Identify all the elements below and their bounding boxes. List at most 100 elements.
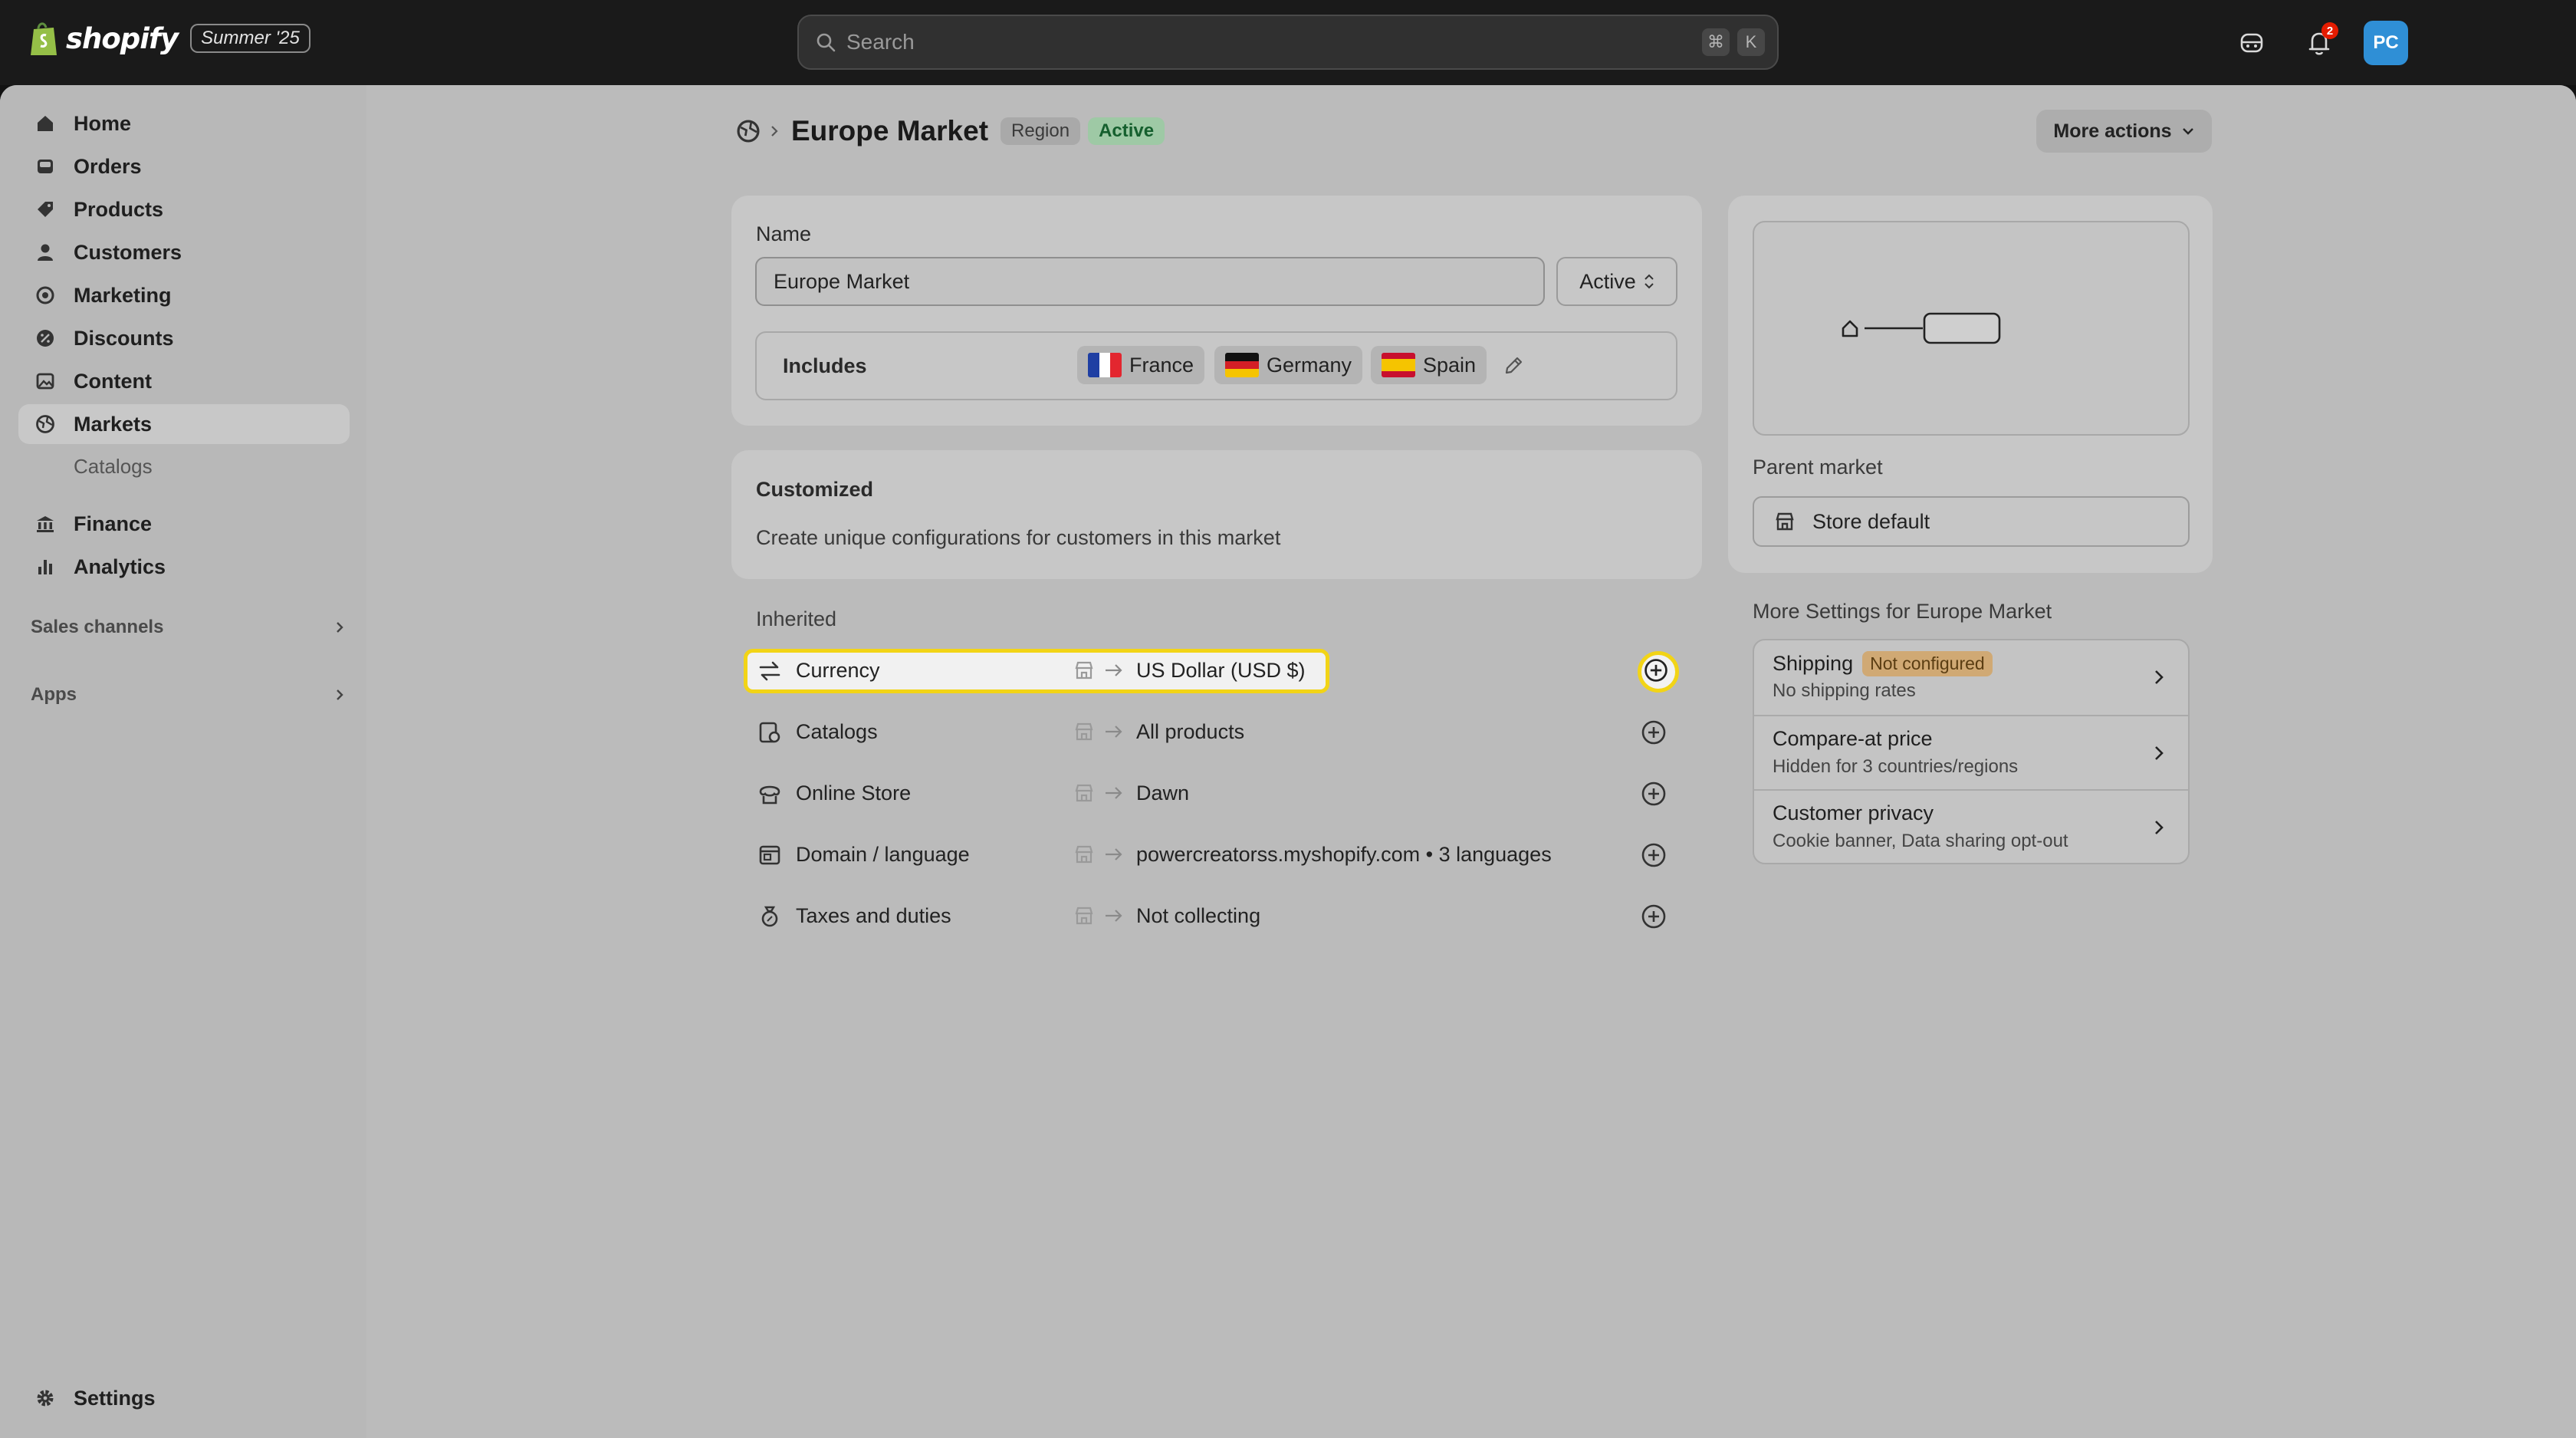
section-label: Apps bbox=[31, 684, 77, 705]
sidebar-item-label: Customers bbox=[74, 240, 182, 264]
germany-flag-icon bbox=[1225, 353, 1259, 377]
country-chip-france[interactable]: France bbox=[1077, 346, 1205, 384]
add-circle-icon[interactable] bbox=[1639, 718, 1668, 747]
setting-title: Shipping bbox=[1773, 652, 1854, 675]
breadcrumb: Europe Market Region Active bbox=[736, 115, 1165, 147]
apps-section[interactable]: Apps bbox=[31, 684, 347, 706]
globe-icon[interactable] bbox=[736, 119, 761, 143]
globe-icon bbox=[34, 413, 57, 436]
sidebar-item-home[interactable]: Home bbox=[18, 104, 350, 143]
search-bar[interactable]: Search ⌘ K bbox=[797, 15, 1779, 70]
setting-subtitle: Cookie banner, Data sharing opt-out bbox=[1773, 831, 2068, 851]
hierarchy-illustration bbox=[1842, 312, 2001, 344]
search-input[interactable]: Search bbox=[846, 30, 915, 54]
avatar[interactable]: PC bbox=[2364, 21, 2408, 65]
status-select[interactable]: Active bbox=[1556, 257, 1677, 306]
more-actions-button[interactable]: More actions bbox=[2036, 110, 2212, 153]
parent-market-select[interactable]: Store default bbox=[1753, 496, 2190, 547]
country-chip-spain[interactable]: Spain bbox=[1371, 346, 1487, 384]
sidebar-item-content[interactable]: Content bbox=[18, 361, 350, 401]
sidebar-item-label: Analytics bbox=[74, 554, 166, 578]
sidebar-item-label: Discounts bbox=[74, 326, 174, 350]
sidebar-item-products[interactable]: Products bbox=[18, 189, 350, 229]
sidebar-item-customers[interactable]: Customers bbox=[18, 232, 350, 272]
shortcut-hint: ⌘ K bbox=[1702, 28, 1765, 56]
row-value: All products bbox=[1136, 720, 1245, 743]
sidebar-subitem-catalogs[interactable]: Catalogs bbox=[74, 455, 153, 479]
sidebar-item-label: Orders bbox=[74, 154, 142, 178]
sidebar-item-orders[interactable]: Orders bbox=[18, 146, 350, 186]
row-value: Not collecting bbox=[1136, 904, 1261, 927]
parent-market-value: Store default bbox=[1812, 509, 1930, 533]
tax-bag-icon bbox=[761, 906, 778, 927]
sidebar-item-label: Marketing bbox=[74, 283, 172, 307]
target-icon bbox=[34, 284, 57, 307]
customized-card bbox=[731, 450, 1702, 579]
setting-title: Compare-at price bbox=[1773, 727, 1933, 750]
sidebar-item-analytics[interactable]: Analytics bbox=[18, 547, 350, 587]
add-circle-icon[interactable] bbox=[1639, 902, 1668, 931]
store-icon bbox=[1075, 907, 1093, 925]
online-store-icon bbox=[759, 785, 780, 805]
store-icon bbox=[1075, 784, 1093, 802]
inherited-row-catalogs[interactable]: Catalogs All products bbox=[745, 707, 1681, 756]
sidebar-item-markets[interactable]: Markets bbox=[18, 404, 350, 444]
add-circle-icon[interactable] bbox=[1639, 779, 1668, 808]
sidebar-item-discounts[interactable]: Discounts bbox=[18, 318, 350, 358]
sidebar-item-label: Markets bbox=[74, 412, 153, 436]
row-label: Online Store bbox=[796, 782, 912, 805]
notifications-button[interactable]: 2 bbox=[2300, 22, 2338, 62]
edition-badge[interactable]: Summer '25 bbox=[190, 24, 310, 53]
country-name: Germany bbox=[1267, 353, 1352, 377]
inherited-row-taxes-duties[interactable]: Taxes and duties Not collecting bbox=[745, 891, 1681, 940]
chevron-right-icon bbox=[2155, 821, 2164, 834]
name-field[interactable]: Europe Market bbox=[755, 257, 1545, 306]
store-icon bbox=[1776, 512, 1794, 531]
command-key: ⌘ bbox=[1702, 28, 1730, 56]
sidebar-item-finance[interactable]: Finance bbox=[18, 504, 350, 544]
name-label: Name bbox=[756, 222, 812, 245]
catalog-icon bbox=[759, 722, 780, 743]
country-chip-germany[interactable]: Germany bbox=[1214, 346, 1363, 384]
arrow-right-icon bbox=[1106, 664, 1122, 676]
sidebar-item-label: Settings bbox=[74, 1386, 156, 1410]
bank-icon bbox=[34, 512, 57, 535]
status-badge: Active bbox=[1088, 117, 1165, 145]
sidebar: Home Orders Products Customers Marketing bbox=[0, 85, 366, 1438]
setting-title-row: Customer privacy bbox=[1773, 801, 1934, 825]
setting-customer-privacy[interactable]: Customer privacy Cookie banner, Data sha… bbox=[1754, 789, 2188, 863]
inherited-row-online-store[interactable]: Online Store Dawn bbox=[745, 768, 1681, 818]
inherited-title: Inherited bbox=[756, 607, 837, 630]
spain-flag-icon bbox=[1382, 353, 1415, 377]
search-icon bbox=[816, 33, 836, 52]
parent-market-label: Parent market bbox=[1753, 456, 1883, 479]
sidekick-button[interactable] bbox=[2233, 24, 2271, 62]
top-bar: shopify Summer '25 Search ⌘ K 2 PC bbox=[0, 0, 2576, 85]
discount-icon bbox=[34, 327, 57, 350]
inherited-row-domain-language[interactable]: Domain / language powercreatorss.myshopi… bbox=[745, 830, 1681, 879]
sidebar-item-marketing[interactable]: Marketing bbox=[18, 275, 350, 315]
sidebar-item-settings[interactable]: Settings bbox=[18, 1378, 350, 1418]
customized-title: Customized bbox=[756, 478, 874, 501]
bar-chart-icon bbox=[34, 555, 57, 578]
more-settings-title: More Settings for Europe Market bbox=[1753, 600, 2052, 623]
chevron-right-icon bbox=[2155, 670, 2164, 684]
home-icon bbox=[34, 112, 57, 135]
add-circle-icon[interactable] bbox=[1643, 657, 1669, 683]
inherited-row-currency[interactable]: Currency US Dollar (USD $) bbox=[745, 646, 1681, 695]
row-label: Catalogs bbox=[796, 720, 878, 743]
chevron-right-icon bbox=[771, 126, 778, 137]
country-name: France bbox=[1129, 353, 1194, 377]
includes-label: Includes bbox=[783, 354, 867, 377]
person-icon bbox=[34, 241, 57, 264]
sidebar-item-label: Products bbox=[74, 197, 164, 221]
domain-icon bbox=[759, 845, 780, 865]
setting-compare-at-price[interactable]: Compare-at price Hidden for 3 countries/… bbox=[1754, 715, 2188, 789]
store-icon bbox=[1075, 845, 1093, 864]
setting-shipping[interactable]: Shipping Not configured No shipping rate… bbox=[1754, 640, 2188, 715]
section-label: Sales channels bbox=[31, 617, 164, 637]
sales-channels-section[interactable]: Sales channels bbox=[31, 617, 347, 638]
shopify-logo[interactable]: shopify Summer '25 bbox=[29, 20, 310, 57]
edit-pencil-icon[interactable] bbox=[1502, 354, 1525, 377]
add-circle-icon[interactable] bbox=[1639, 841, 1668, 870]
